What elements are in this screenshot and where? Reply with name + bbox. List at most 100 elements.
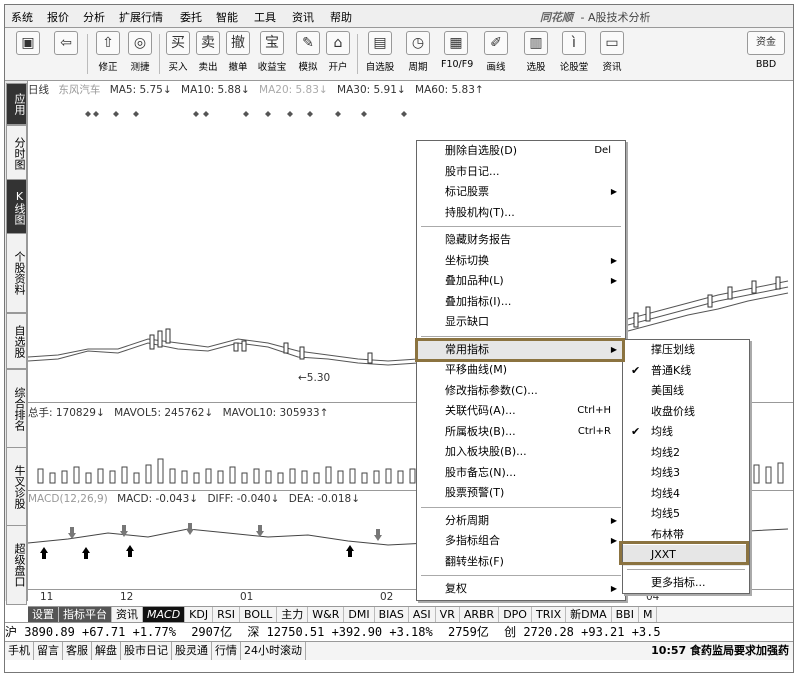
indicator-dmi-tab[interactable]: DMI — [344, 607, 375, 622]
indicator-rsi-tab[interactable]: RSI — [213, 607, 240, 622]
submenu-normal-kline[interactable]: ✔ 普通K线 — [623, 361, 749, 382]
indicator-main-force-tab[interactable]: 主力 — [277, 607, 309, 622]
toolbar-fix-button[interactable]: ⇧ 修正 — [93, 31, 123, 77]
menu-help[interactable]: 帮助 — [330, 9, 352, 25]
toolbar-stock-picker-button[interactable]: ▥ 选股 — [521, 31, 551, 77]
sh-index[interactable]: 沪 3890.89 +67.71 +1.77% — [5, 625, 176, 639]
indicator-settings-tab[interactable]: 设置 — [28, 607, 59, 622]
menu-related-codes[interactable]: 关联代码(A)... Ctrl+H — [417, 401, 625, 422]
indicator-wr-tab[interactable]: W&R — [308, 607, 345, 622]
menu-news[interactable]: 资讯 — [292, 9, 314, 25]
submenu-ma2[interactable]: 均线2 — [623, 443, 749, 464]
menu-overlay-indicator[interactable]: 叠加指标(I)... — [417, 292, 625, 313]
menu-delete-watchlist[interactable]: 删除自选股(D) Del — [417, 141, 625, 162]
toolbar-test-button[interactable]: ◎ 测捷 — [125, 31, 155, 77]
submenu-ma4[interactable]: 均线4 — [623, 484, 749, 505]
indicator-platform-tab[interactable]: 指标平台 — [59, 607, 112, 622]
indicator-arbr-tab[interactable]: ARBR — [460, 607, 500, 622]
tab-ranking[interactable]: 综合排名 — [6, 369, 27, 449]
toolbar-period-button[interactable]: ◷ 周期 — [403, 31, 433, 77]
menu-analysis-period-label: 分析周期 — [445, 513, 489, 527]
tab-intraday-chart[interactable]: 分时图 — [6, 125, 27, 181]
tab-watchlist[interactable]: 自选股 — [6, 313, 27, 369]
menu-shift-curve[interactable]: 平移曲线(M) — [417, 360, 625, 381]
status-mobile[interactable]: 手机 — [5, 642, 34, 660]
tab-apps[interactable]: 应用 — [6, 83, 27, 125]
menu-flip-axis[interactable]: 翻转坐标(F) — [417, 552, 625, 573]
toolbar-f10-button[interactable]: ▦ F10/F9 — [441, 31, 473, 77]
menu-system[interactable]: 系统 — [11, 9, 33, 25]
toolbar-watchlist-button[interactable]: ▤ 自选股 — [365, 31, 395, 77]
submenu-ma3[interactable]: 均线3 — [623, 463, 749, 484]
indicator-macd-tab[interactable]: MACD — [143, 607, 186, 622]
toolbar-back-button[interactable]: ⇦ — [51, 31, 81, 77]
toolbar-layout-button[interactable]: ▣ — [13, 31, 43, 77]
cy-index[interactable]: 创 2720.28 +93.21 +3.5 — [504, 625, 661, 639]
indicator-trix-tab[interactable]: TRIX — [532, 607, 567, 622]
indicator-new-dma-tab[interactable]: 新DMA — [566, 607, 612, 622]
indicator-more-tab[interactable]: M — [639, 607, 658, 622]
submenu-support-resistance[interactable]: 撑压划线 — [623, 340, 749, 361]
menu-quote[interactable]: 报价 — [47, 9, 69, 25]
status-24h-news[interactable]: 24小时滚动 — [241, 642, 306, 660]
submenu-bollinger[interactable]: 布林带 — [623, 525, 749, 546]
submenu-ma5[interactable]: 均线5 — [623, 504, 749, 525]
toolbar-draw-line-button[interactable]: ✐ 画线 — [481, 31, 511, 77]
submenu-more-indicators[interactable]: 更多指标... — [623, 573, 749, 594]
news-ticker[interactable]: 10:57 食药监局要求加强药 — [651, 642, 789, 660]
toolbar-fund-bbd-button[interactable]: 资金 BBD — [745, 31, 787, 77]
toolbar-yield-button[interactable]: 宝收益宝 — [257, 31, 287, 77]
status-quotes[interactable]: 行情 — [212, 642, 241, 660]
menu-mark-stock[interactable]: 标记股票 ▶ — [417, 182, 625, 203]
menu-stock-diary[interactable]: 股市日记... — [417, 162, 625, 183]
menu-hide-financial-report[interactable]: 隐藏财务报告 — [417, 230, 625, 251]
indicator-asi-tab[interactable]: ASI — [409, 607, 436, 622]
menu-axis-switch[interactable]: 坐标切换 ▶ — [417, 251, 625, 272]
menu-show-gaps[interactable]: 显示缺口 — [417, 312, 625, 333]
submenu-ohlc-bars[interactable]: 美国线 — [623, 381, 749, 402]
submenu-jxxt[interactable]: JXXT — [623, 545, 749, 566]
status-service[interactable]: 客服 — [63, 642, 92, 660]
toolbar-sell-button[interactable]: 卖卖出 — [193, 31, 223, 77]
toolbar-buy-button[interactable]: 买买入 — [163, 31, 193, 77]
submenu-ma[interactable]: ✔ 均线 — [623, 422, 749, 443]
toolbar-cancel-order-button[interactable]: 撤撤单 — [223, 31, 253, 77]
tab-stock-profile[interactable]: 个股资料 — [6, 233, 27, 313]
menu-smart[interactable]: 智能 — [216, 9, 238, 25]
menu-multi-indicator[interactable]: 多指标组合 ▶ — [417, 531, 625, 552]
toolbar-news-button[interactable]: ▭ 资讯 — [597, 31, 627, 77]
status-stock-link[interactable]: 股灵通 — [172, 642, 212, 660]
menu-rights-adjust[interactable]: 复权 ▶ — [417, 579, 625, 600]
menu-order[interactable]: 委托 — [180, 9, 202, 25]
menu-stock-alert[interactable]: 股票预警(T) — [417, 483, 625, 504]
menu-analysis[interactable]: 分析 — [83, 9, 105, 25]
menu-extended-quote[interactable]: 扩展行情 — [119, 9, 163, 25]
indicator-news-tab[interactable]: 资讯 — [112, 607, 143, 622]
menu-stock-memo[interactable]: 股市备忘(N)... — [417, 463, 625, 484]
menu-belonging-sectors[interactable]: 所属板块(B)... Ctrl+R — [417, 422, 625, 443]
status-commentary[interactable]: 解盘 — [92, 642, 121, 660]
menu-common-indicators[interactable]: 常用指标 ▶ — [417, 339, 625, 360]
tab-kline-chart[interactable]: K线图 — [6, 179, 27, 235]
indicator-bias-tab[interactable]: BIAS — [375, 607, 409, 622]
menu-overlay-symbol[interactable]: 叠加品种(L) ▶ — [417, 271, 625, 292]
toolbar-open-account-button[interactable]: ⌂ 开户 — [323, 31, 353, 77]
tab-super-level2[interactable]: 超级盘口 — [6, 525, 27, 605]
menu-analysis-period[interactable]: 分析周期 ▶ — [417, 511, 625, 532]
indicator-bbi-tab[interactable]: BBI — [612, 607, 639, 622]
menu-edit-indicator-params[interactable]: 修改指标参数(C)... — [417, 381, 625, 402]
indicator-dpo-tab[interactable]: DPO — [499, 607, 532, 622]
toolbar-forum-button[interactable]: ì 论股堂 — [559, 31, 589, 77]
menu-add-to-sector[interactable]: 加入板块股(B)... — [417, 442, 625, 463]
indicator-vr-tab[interactable]: VR — [436, 607, 460, 622]
menu-tools[interactable]: 工具 — [254, 9, 276, 25]
status-message[interactable]: 留言 — [34, 642, 63, 660]
sz-index[interactable]: 深 12750.51 +392.90 +3.18% — [247, 625, 432, 639]
indicator-boll-tab[interactable]: BOLL — [240, 607, 278, 622]
indicator-kdj-tab[interactable]: KDJ — [185, 607, 214, 622]
submenu-close-line[interactable]: 收盘价线 — [623, 402, 749, 423]
toolbar-simulate-button[interactable]: ✎ 模拟 — [293, 31, 323, 77]
tab-stock-diagnosis[interactable]: 牛叉诊股 — [6, 447, 27, 527]
status-diary[interactable]: 股市日记 — [121, 642, 172, 660]
menu-holding-institutions[interactable]: 持股机构(T)... — [417, 203, 625, 224]
